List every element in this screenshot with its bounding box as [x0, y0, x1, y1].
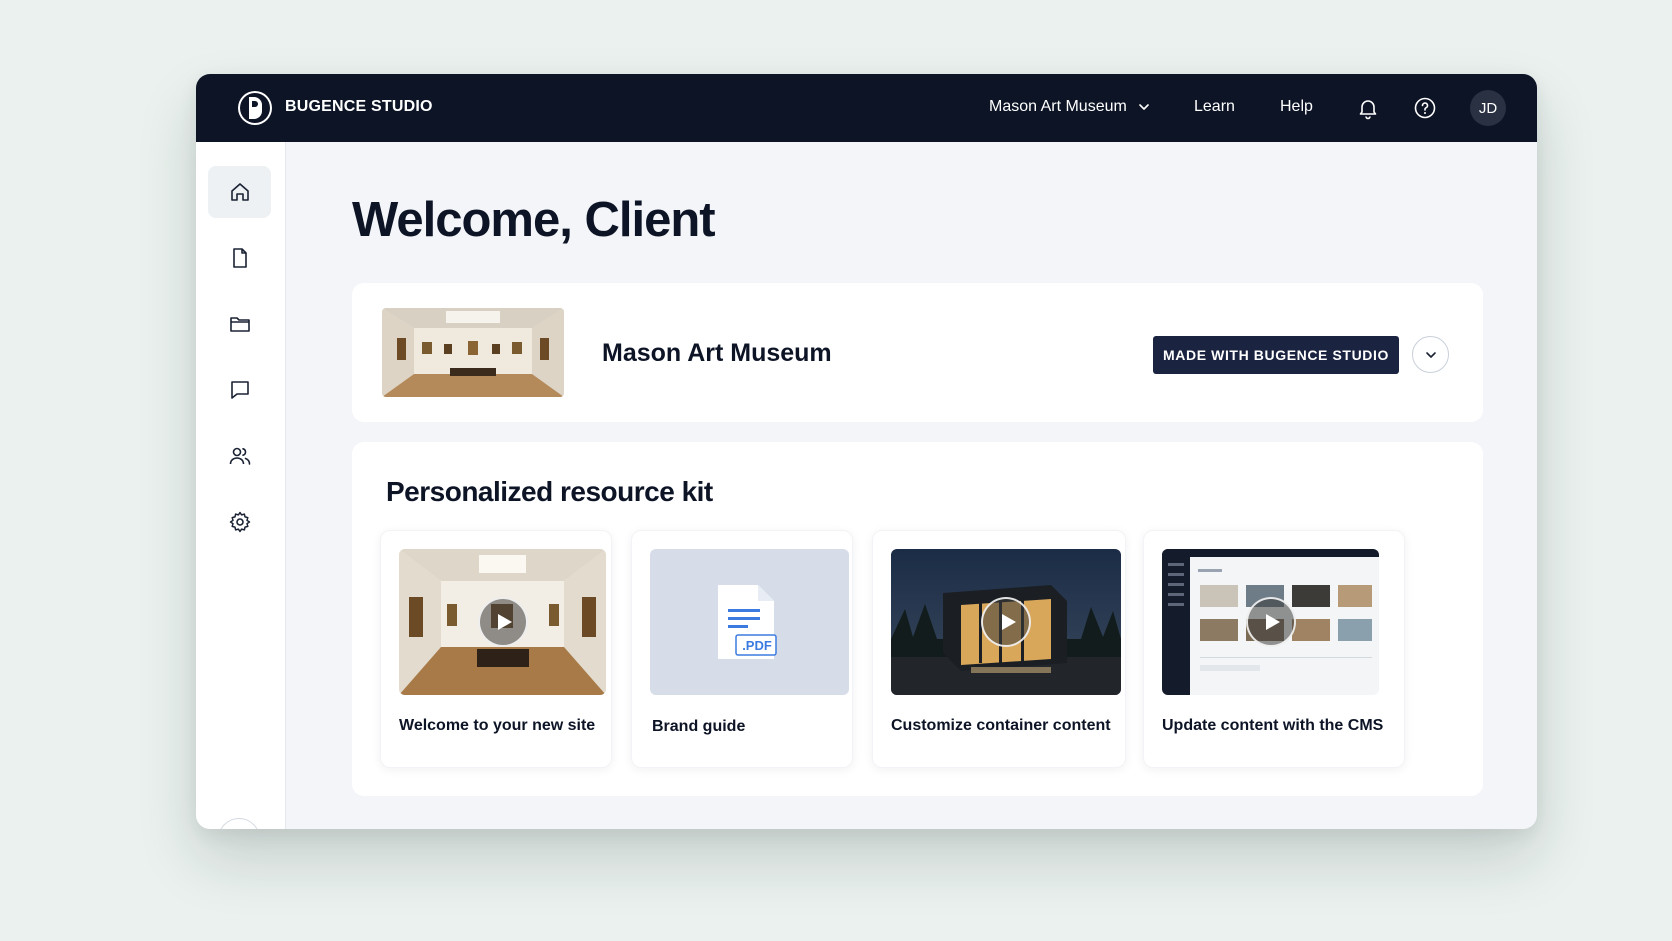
help-circle-icon[interactable] [1413, 96, 1437, 120]
sidebar-item-settings[interactable] [208, 496, 271, 548]
play-icon[interactable] [477, 597, 528, 647]
chat-icon [230, 381, 249, 399]
brand-logo-icon[interactable] [238, 91, 272, 125]
brand-name: BUGENCE STUDIO [285, 98, 433, 115]
document-icon [232, 248, 247, 268]
gear-icon [229, 511, 250, 533]
resource-card-welcome-video[interactable]: Welcome to your new site [380, 530, 612, 768]
sidebar: JD [196, 142, 286, 829]
resource-label: Customize container content [891, 717, 1111, 734]
sidebar-item-pages[interactable] [208, 232, 271, 284]
page-title: Welcome, Client [352, 193, 716, 247]
user-avatar[interactable]: JD [1470, 90, 1506, 126]
made-with-badge-button[interactable]: MADE WITH BUGENCE STUDIO [1153, 336, 1399, 374]
chevron-down-icon [1425, 351, 1436, 358]
video-thumbnail [891, 549, 1121, 695]
home-icon [230, 183, 249, 201]
resource-label: Welcome to your new site [399, 717, 596, 734]
nav-learn-link[interactable]: Learn [1194, 98, 1235, 116]
site-selector-label: Mason Art Museum [989, 98, 1127, 115]
sidebar-item-home[interactable] [208, 166, 271, 218]
pdf-file-tag: .PDF [742, 638, 772, 653]
pdf-thumbnail: .PDF [650, 549, 849, 695]
sidebar-user-avatar[interactable]: JD [218, 818, 260, 829]
sidebar-item-users[interactable] [208, 430, 271, 482]
expand-button[interactable] [1412, 336, 1449, 373]
resource-kit-card: Personalized resource kit Welcome to you… [352, 442, 1483, 796]
play-icon[interactable] [981, 597, 1031, 647]
resource-card-brand-guide[interactable]: .PDF Brand guide [631, 530, 853, 768]
chevron-down-icon [1139, 104, 1149, 110]
top-bar: BUGENCE STUDIO Mason Art Museum Learn He… [196, 74, 1537, 142]
site-name: Mason Art Museum [602, 339, 832, 367]
folder-icon [229, 317, 250, 332]
resource-label: Brand guide [652, 718, 746, 735]
site-thumbnail-image[interactable] [382, 308, 564, 397]
site-selector[interactable]: Mason Art Museum [989, 98, 1151, 116]
users-icon [229, 447, 250, 465]
bell-icon[interactable] [1356, 96, 1380, 120]
play-icon[interactable] [1245, 597, 1296, 647]
resource-card-cms-video[interactable]: Update content with the CMS [1143, 530, 1405, 768]
app-window: BUGENCE STUDIO Mason Art Museum Learn He… [196, 74, 1537, 829]
resource-label: Update content with the CMS [1162, 717, 1384, 734]
sidebar-item-files[interactable] [208, 298, 271, 350]
site-card: Mason Art Museum MADE WITH BUGENCE STUDI… [352, 283, 1483, 422]
sidebar-item-messages[interactable] [208, 364, 271, 416]
resource-kit-title: Personalized resource kit [386, 476, 713, 507]
video-thumbnail [399, 549, 606, 695]
nav-help-link[interactable]: Help [1280, 98, 1313, 116]
video-thumbnail [1162, 549, 1379, 695]
resource-card-container-video[interactable]: Customize container content [872, 530, 1126, 768]
